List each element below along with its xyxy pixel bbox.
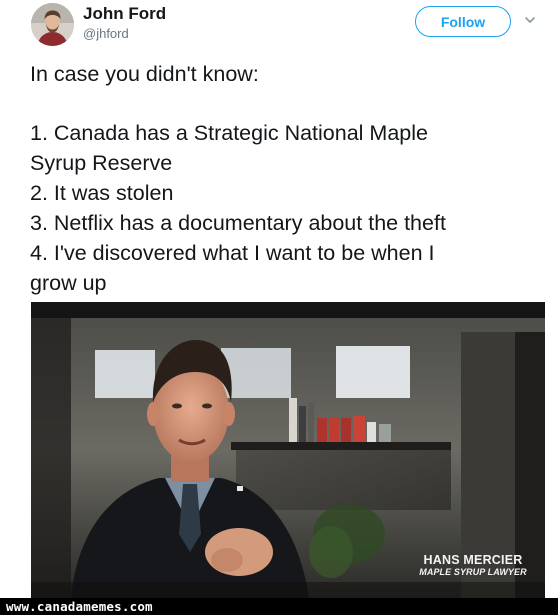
tweet-photo[interactable]: HANS MERCIER MAPLE SYRUP LAWYER: [31, 302, 545, 598]
follow-button[interactable]: Follow: [415, 6, 511, 37]
tweet-text: In case you didn't know: 1. Canada has a…: [30, 59, 550, 298]
lower-third-caption: HANS MERCIER MAPLE SYRUP LAWYER: [418, 553, 528, 578]
watermark-bar: www.canadamemes.com: [0, 598, 558, 615]
tweet-line: Syrup Reserve: [30, 151, 173, 175]
tweet-line: 4. I've discovered what I want to be whe…: [30, 241, 435, 265]
caption-role: MAPLE SYRUP LAWYER: [419, 567, 527, 577]
author-name[interactable]: John Ford: [83, 4, 166, 24]
tweet-line: 3. Netflix has a documentary about the t…: [30, 211, 446, 235]
tweet-card: John Ford @jhford Follow In case you did…: [0, 0, 558, 598]
chevron-down-icon[interactable]: [524, 15, 536, 25]
watermark-text: www.canadamemes.com: [6, 599, 153, 614]
avatar-image: [31, 3, 74, 46]
tweet-intro: In case you didn't know:: [30, 62, 259, 86]
tweet-line: 1. Canada has a Strategic National Maple: [30, 121, 428, 145]
caption-name: HANS MERCIER: [423, 553, 523, 567]
tweet-line: 2. It was stolen: [30, 181, 174, 205]
avatar[interactable]: [31, 3, 74, 46]
author-handle[interactable]: @jhford: [83, 26, 129, 42]
tweet-line: grow up: [30, 271, 107, 295]
